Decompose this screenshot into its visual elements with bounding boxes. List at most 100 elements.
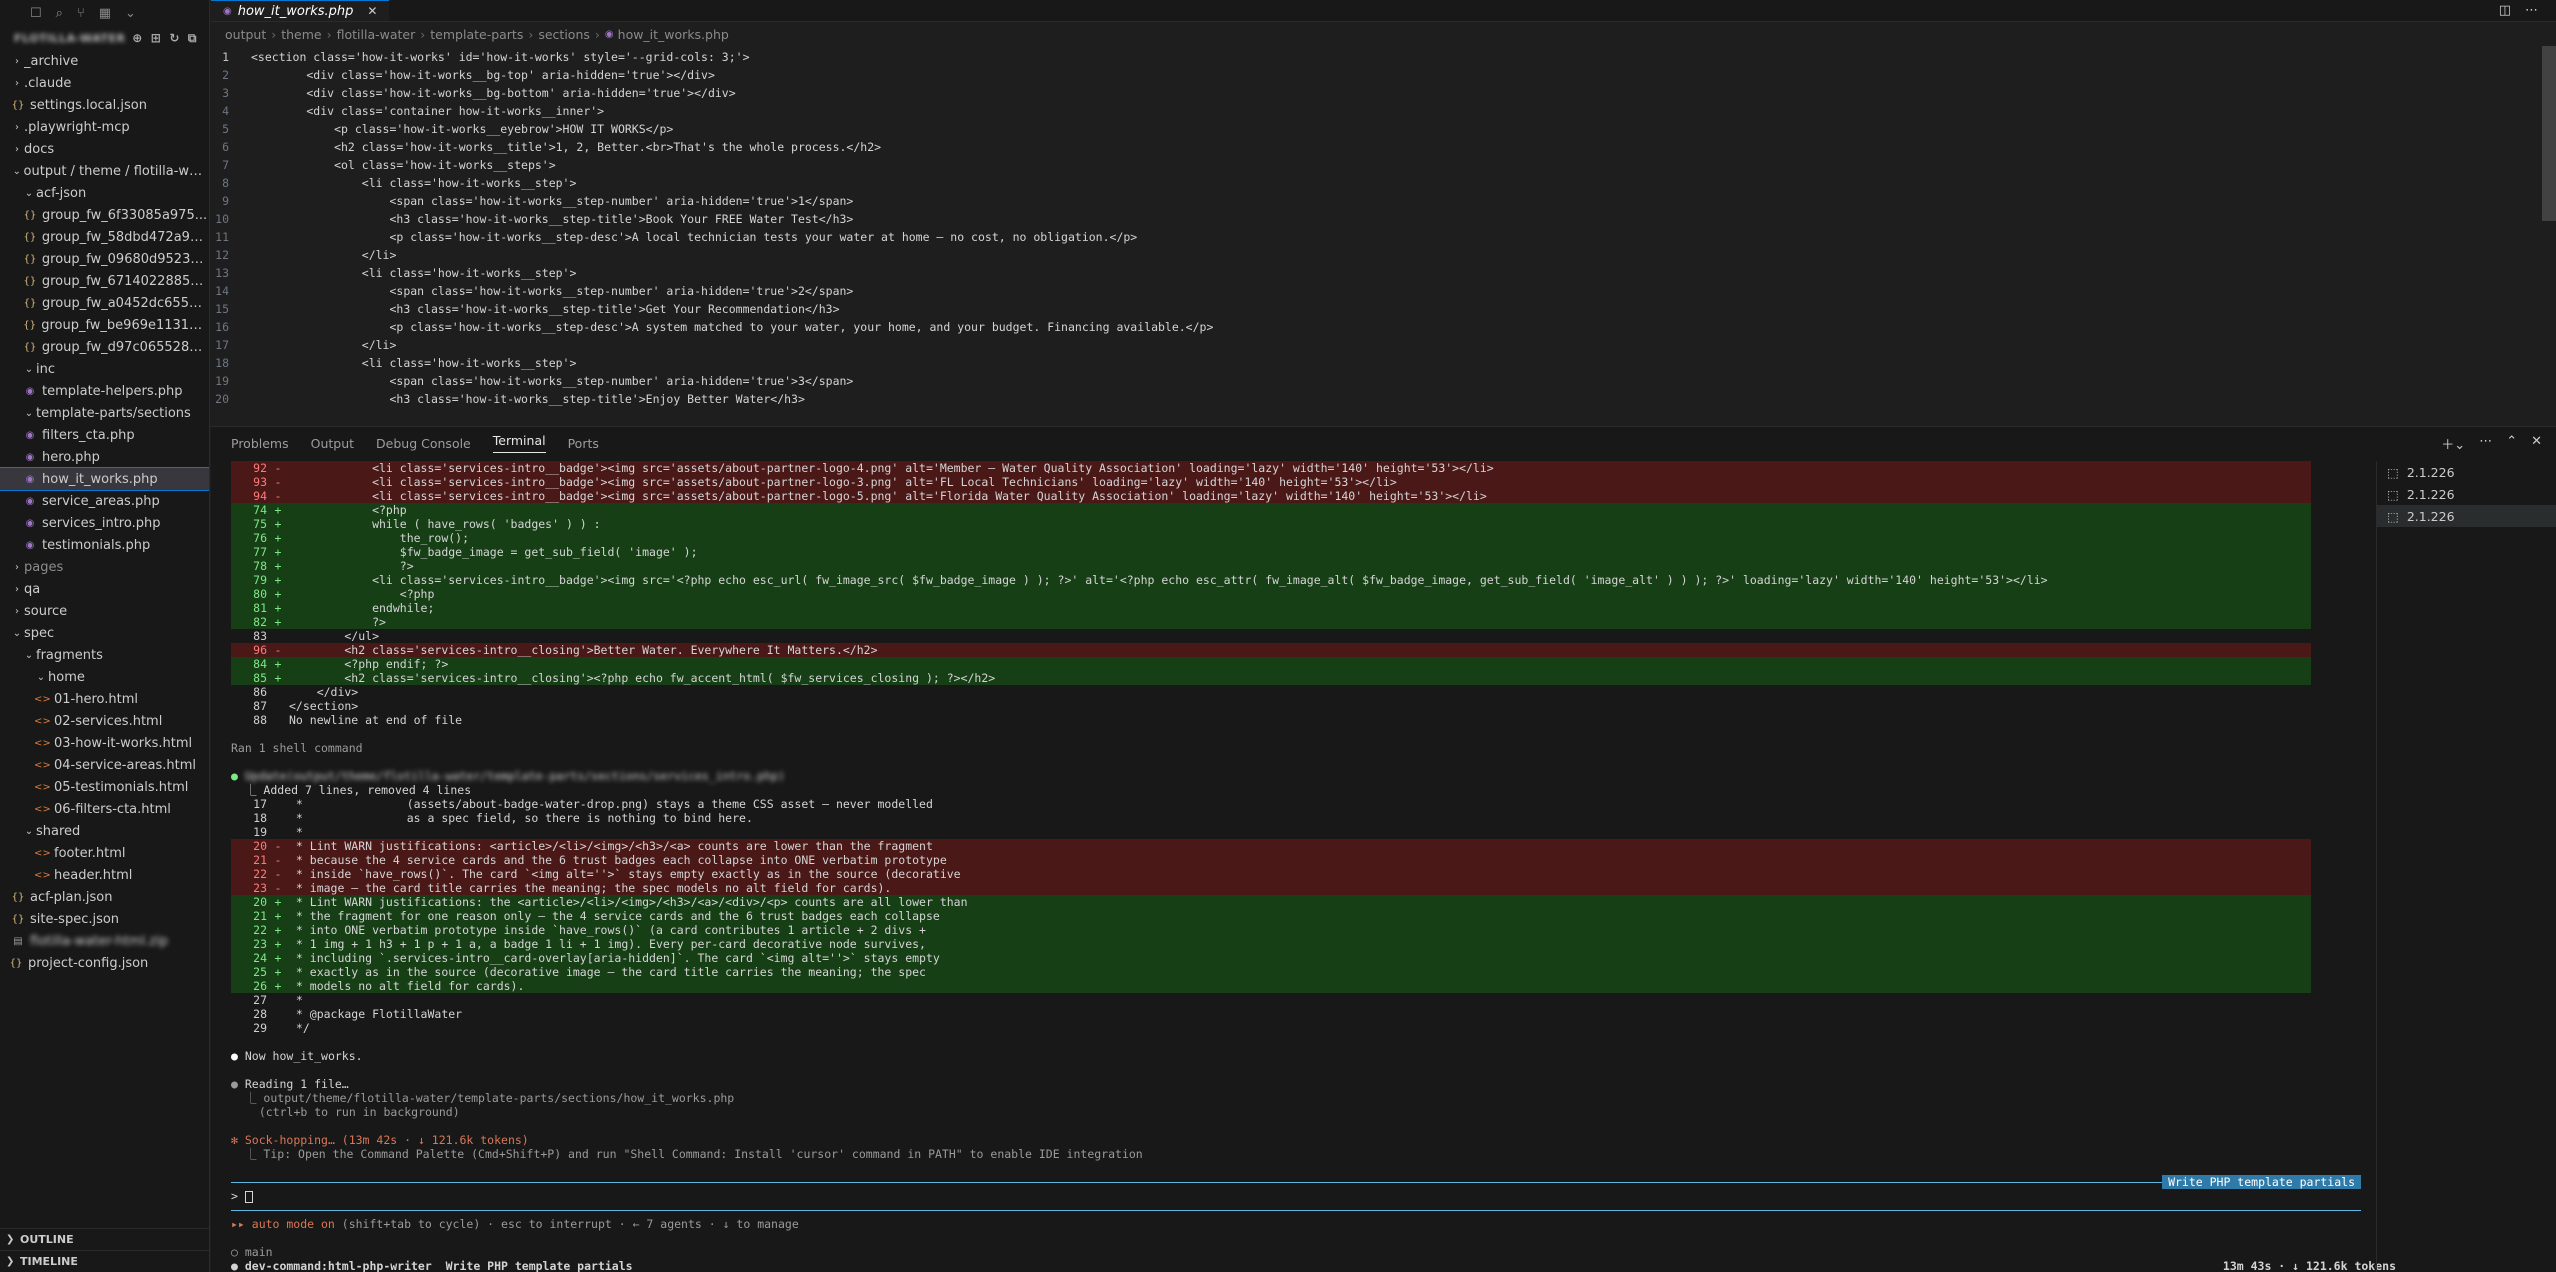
tree-item[interactable]: › qa xyxy=(0,578,209,600)
tree-item[interactable]: {} site-spec.json xyxy=(0,908,209,930)
code-line: 20 <h3 class='how-it-works__step-title'>… xyxy=(211,390,2556,408)
diff-code: * exactly as in the source (decorative i… xyxy=(289,965,926,979)
tab-terminal[interactable]: Terminal xyxy=(492,433,546,453)
tree-item[interactable]: ◉ services_intro.php xyxy=(0,512,209,534)
extensions-icon[interactable]: ▦ xyxy=(99,6,111,21)
tree-item[interactable]: ⌄ home xyxy=(0,666,209,688)
tree-item[interactable]: <> 06-filters-cta.html xyxy=(0,798,209,820)
breadcrumb-segment[interactable]: how_it_works.php xyxy=(618,27,729,42)
breadcrumb-segment[interactable]: flotilla-water xyxy=(337,27,416,42)
diff-marker: + xyxy=(274,517,282,531)
tree-item[interactable]: ▤ flotilla-water-html.zip xyxy=(0,930,209,952)
html-file-icon: <> xyxy=(34,869,51,881)
tree-item[interactable]: {} group_fw_a0452dc655a... xyxy=(0,292,209,314)
diff-code: <?php xyxy=(289,503,407,517)
tree-item[interactable]: ◉ service_areas.php xyxy=(0,490,209,512)
breadcrumb-segment[interactable]: output xyxy=(225,27,266,42)
input-rule: Write PHP template partials xyxy=(231,1175,2556,1189)
tree-item[interactable]: ◉ hero.php xyxy=(0,446,209,468)
tree-item-label: group_fw_d97c0655286... xyxy=(41,339,209,355)
tree-item[interactable]: ⌄ fragments xyxy=(0,644,209,666)
tree-item[interactable]: › _archive xyxy=(0,50,209,72)
collapse-all-icon[interactable]: ⧉ xyxy=(188,31,197,46)
tree-item[interactable]: ◉ how_it_works.php xyxy=(0,467,209,491)
more-actions-icon[interactable]: ⋯ xyxy=(2525,3,2538,18)
tab-problems[interactable]: Problems xyxy=(231,436,289,451)
tree-item[interactable]: › pages xyxy=(0,556,209,578)
source-control-icon[interactable]: ⑂ xyxy=(77,6,85,21)
explorer-header[interactable]: FLOTILLA-WATER ⊕ ⊞ ↻ ⧉ xyxy=(0,26,209,50)
tree-item[interactable]: › docs xyxy=(0,138,209,160)
chevron-right-icon: › xyxy=(15,605,19,617)
panel-tabs: Problems Output Debug Console Terminal P… xyxy=(211,427,2556,459)
tree-item[interactable]: {} group_fw_d97c0655286... xyxy=(0,336,209,358)
tree-item[interactable]: {} group_fw_58dbd472a9b... xyxy=(0,226,209,248)
terminal-item[interactable]: ⬚ 2.1.226 xyxy=(2377,483,2556,505)
timeline-section[interactable]: ❯ TIMELINE xyxy=(0,1250,209,1272)
tree-item[interactable]: {} project-config.json xyxy=(0,952,209,974)
tree-item[interactable]: ◉ template-helpers.php xyxy=(0,380,209,402)
tree-item[interactable]: <> 02-services.html xyxy=(0,710,209,732)
tree-item[interactable]: <> 04-service-areas.html xyxy=(0,754,209,776)
tree-item-label: template-helpers.php xyxy=(42,383,183,399)
tree-item[interactable]: {} acf-plan.json xyxy=(0,886,209,908)
tree-item[interactable]: ⌄ template-parts/sections xyxy=(0,402,209,424)
tree-item[interactable]: ◉ testimonials.php xyxy=(0,534,209,556)
refresh-icon[interactable]: ↻ xyxy=(169,31,180,46)
breadcrumb-segment[interactable]: sections xyxy=(538,27,590,42)
tree-item[interactable]: › .claude xyxy=(0,72,209,94)
close-icon[interactable]: ✕ xyxy=(367,4,377,18)
tab-how-it-works[interactable]: ◉ how_it_works.php ✕ xyxy=(211,0,390,21)
terminal-item[interactable]: ⬚ 2.1.226 xyxy=(2377,461,2556,483)
tree-item[interactable]: {} group_fw_09680d9523c... xyxy=(0,248,209,270)
tree-item[interactable]: <> 05-testimonials.html xyxy=(0,776,209,798)
tree-item[interactable]: ⌄ inc xyxy=(0,358,209,380)
search-icon[interactable]: ⌕ xyxy=(56,6,63,21)
editor-scrollbar[interactable] xyxy=(2542,46,2556,221)
prompt-line[interactable]: > xyxy=(231,1189,2556,1203)
terminal-output[interactable]: 92- <li class='services-intro__badge'><i… xyxy=(231,461,2556,1272)
tree-item[interactable]: ⌄ spec xyxy=(0,622,209,644)
breadcrumb-segment[interactable]: template-parts xyxy=(430,27,523,42)
outline-section[interactable]: ❯ OUTLINE xyxy=(0,1228,209,1250)
tab-output[interactable]: Output xyxy=(311,436,354,451)
tree-item[interactable]: {} group_fw_be969e113135... xyxy=(0,314,209,336)
tree-item[interactable]: <> 01-hero.html xyxy=(0,688,209,710)
chevron-down-icon[interactable]: ⌄ xyxy=(125,6,136,21)
tree-item[interactable]: <> header.html xyxy=(0,864,209,886)
maximize-panel-icon[interactable]: ⌃ xyxy=(2506,434,2517,453)
tree-item[interactable]: › .playwright-mcp xyxy=(0,116,209,138)
tab-debug-console[interactable]: Debug Console xyxy=(376,436,471,451)
json-file-icon: {} xyxy=(23,253,37,265)
split-editor-icon[interactable]: ◫ xyxy=(2499,3,2511,18)
tree-item[interactable]: › source xyxy=(0,600,209,622)
tree-item[interactable]: <> footer.html xyxy=(0,842,209,864)
tab-ports[interactable]: Ports xyxy=(568,436,599,451)
tree-item[interactable]: ⌄ output / theme / flotilla-water xyxy=(0,160,209,182)
code-line: 9 <span class='how-it-works__step-number… xyxy=(211,192,2556,210)
new-file-icon[interactable]: ⊕ xyxy=(132,31,143,46)
new-folder-icon[interactable]: ⊞ xyxy=(151,31,162,46)
more-actions-icon[interactable]: ⋯ xyxy=(2479,434,2492,453)
update-path: Update(output/theme/flotilla-water/templ… xyxy=(244,769,785,783)
php-file-icon: ◉ xyxy=(25,517,35,529)
chevron-right-icon: › xyxy=(15,561,19,573)
diff-line-number: 22 xyxy=(253,867,267,881)
files-icon[interactable]: ☐ xyxy=(30,6,42,21)
diff-code: </div> xyxy=(289,685,359,699)
diff-line: 23- * image — the card title carries the… xyxy=(231,881,2311,895)
tree-item-label: shared xyxy=(36,823,81,839)
close-panel-icon[interactable]: ✕ xyxy=(2531,434,2542,453)
tree-item[interactable]: ⌄ shared xyxy=(0,820,209,842)
tree-item[interactable]: <> 03-how-it-works.html xyxy=(0,732,209,754)
breadcrumb-segment[interactable]: theme xyxy=(281,27,321,42)
tree-item[interactable]: ⌄ acf-json xyxy=(0,182,209,204)
tree-item[interactable]: ◉ filters_cta.php xyxy=(0,424,209,446)
line-number: 10 xyxy=(215,212,229,226)
tree-item[interactable]: {} group_fw_6714022885b... xyxy=(0,270,209,292)
new-terminal-icon[interactable]: ＋⌄ xyxy=(2441,434,2465,453)
tree-item[interactable]: {} settings.local.json xyxy=(0,94,209,116)
code-editor[interactable]: 1 <section class='how-it-works' id='how-i… xyxy=(211,46,2556,408)
tree-item[interactable]: {} group_fw_6f33085a975... xyxy=(0,204,209,226)
terminal-item[interactable]: ⬚ 2.1.226 xyxy=(2377,505,2556,527)
